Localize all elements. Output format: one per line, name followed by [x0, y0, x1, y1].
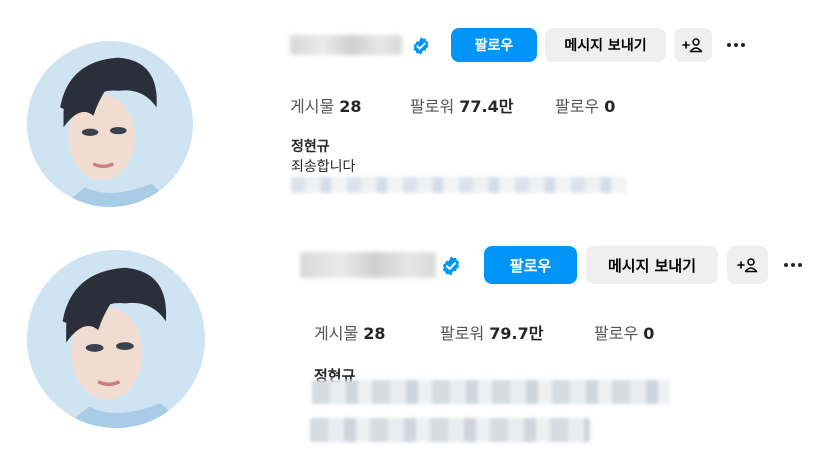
more-options-icon[interactable]: [727, 42, 745, 48]
bio-line-blurred: [310, 418, 590, 442]
username-blurred[interactable]: [300, 252, 436, 278]
avatar-photo: [27, 250, 205, 428]
add-person-button[interactable]: [674, 28, 712, 62]
profile-avatar[interactable]: [27, 250, 205, 428]
username-blurred[interactable]: [290, 35, 402, 55]
message-button[interactable]: 메시지 보내기: [586, 246, 718, 284]
following-count[interactable]: 팔로우 0: [555, 93, 615, 117]
profile-card-1: 팔로우 메시지 보내기 게시물 28 팔로워 77.4만 팔로우 0 정현규 죄…: [0, 0, 831, 230]
followers-count[interactable]: 팔로워 79.7만: [440, 320, 543, 344]
follow-button[interactable]: 팔로우: [484, 246, 577, 284]
follow-button[interactable]: 팔로우: [451, 28, 537, 62]
following-count[interactable]: 팔로우 0: [594, 320, 654, 344]
add-person-button[interactable]: [727, 246, 768, 284]
avatar-photo: [27, 41, 193, 207]
posts-count: 게시물 28: [290, 97, 362, 116]
add-person-icon: [682, 38, 703, 53]
profile-bio: 죄송합니다: [291, 159, 356, 175]
profile-avatar[interactable]: [27, 41, 193, 207]
posts-count: 게시물 28: [314, 324, 386, 343]
verified-badge-icon: [440, 255, 462, 277]
more-options-icon[interactable]: [784, 262, 802, 268]
profile-card-2: 팔로우 메시지 보내기 게시물 28 팔로워 79.7만 팔로우 0 정현규: [0, 230, 831, 466]
profile-name: 정현규: [291, 139, 330, 155]
add-person-icon: [736, 258, 757, 273]
followers-count[interactable]: 팔로워 77.4만: [410, 93, 513, 117]
bio-link-blurred[interactable]: [291, 177, 627, 193]
verified-badge-icon: [411, 36, 431, 56]
message-button[interactable]: 메시지 보내기: [545, 28, 666, 62]
bio-line-blurred: [312, 380, 670, 404]
